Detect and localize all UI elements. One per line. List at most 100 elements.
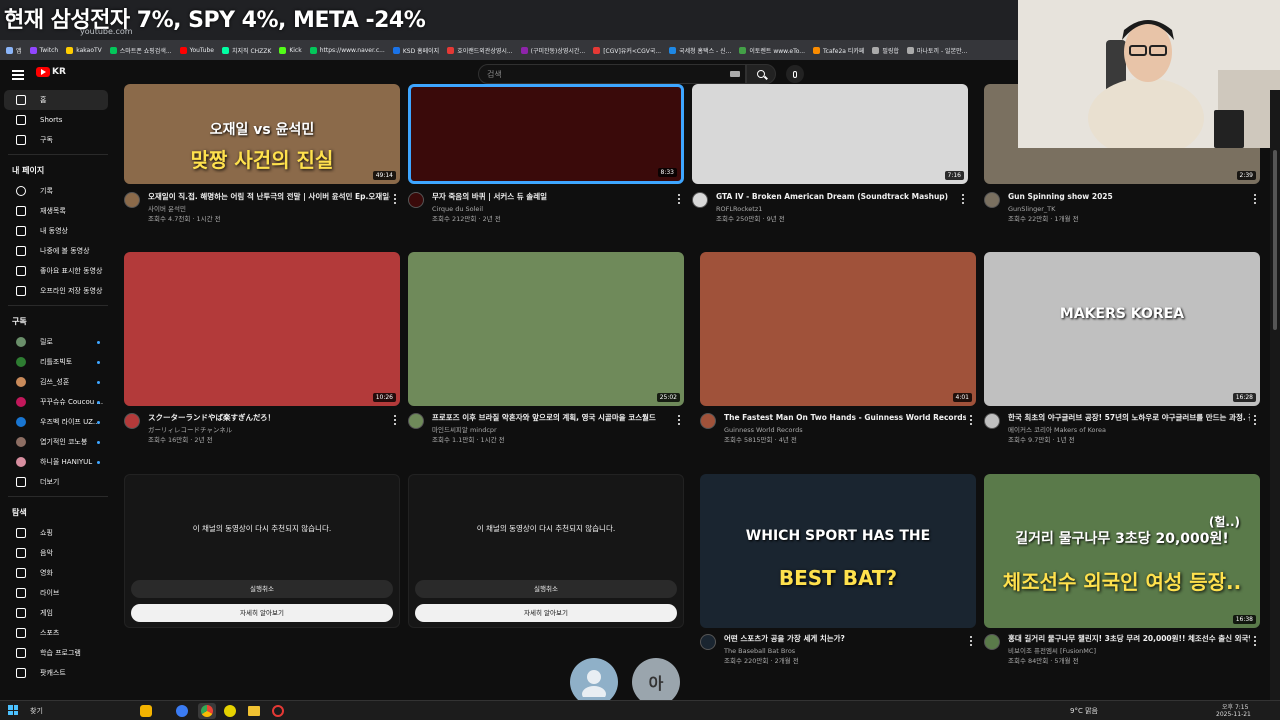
video-title[interactable]: 어떤 스포츠가 공을 가장 세게 치는가?	[724, 634, 966, 644]
sidebar-item[interactable]: 음악	[4, 543, 108, 563]
sidebar-item[interactable]: 나중에 볼 동영상	[4, 241, 108, 261]
channel-name[interactable]: Guinness World Records	[724, 425, 803, 435]
bookmark-item[interactable]: https://www.naver.c...	[309, 46, 385, 54]
sidebar-subscription[interactable]: 엽기적인 코노봉	[4, 432, 108, 452]
bookmark-item[interactable]: kakaoTV	[66, 46, 102, 54]
video-title[interactable]: 프로포즈 이후 브라질 약혼자와 앞으로의 계획, 영국 시골마을 코스월드	[432, 413, 674, 423]
menu-icon[interactable]	[12, 70, 24, 80]
bookmark-item[interactable]: KSD 홈페이지	[392, 46, 439, 55]
more-actions-icon[interactable]	[970, 415, 973, 425]
video-thumbnail[interactable]: 4:01	[700, 252, 976, 406]
video-thumbnail[interactable]: 25:02	[408, 252, 684, 406]
video-title[interactable]: 오재일이 직.접. 해명하는 어림 적 난투극의 전말 | 사이버 윤석민 Ep…	[148, 192, 390, 202]
sidebar-item[interactable]: 학습 프로그램	[4, 643, 108, 663]
more-actions-icon[interactable]	[1254, 194, 1257, 204]
video-thumbnail[interactable]: 7:16	[692, 84, 968, 184]
sidebar-subscription[interactable]: 리틀조빅토	[4, 352, 108, 372]
channel-name[interactable]: ガーリィレコードチャンネル	[148, 425, 232, 435]
sidebar-section-you[interactable]: 내 페이지	[0, 159, 116, 181]
windows-start-icon[interactable]	[8, 705, 18, 715]
sidebar-item[interactable]: 팟캐스트	[4, 663, 108, 683]
sidebar-item[interactable]: 내 동영상	[4, 221, 108, 241]
sidebar-item[interactable]: Shorts	[4, 110, 108, 130]
more-actions-icon[interactable]	[678, 194, 681, 204]
clock-date[interactable]: 2025-11-21	[1216, 711, 1251, 718]
bookmark-item[interactable]: 호이랜드외관상영시...	[447, 46, 513, 55]
bookmark-item[interactable]: 치지직 CHZZK	[221, 46, 271, 55]
channel-avatar[interactable]	[700, 634, 716, 650]
sidebar-item[interactable]: 영화	[4, 563, 108, 583]
video-title[interactable]: GTA IV - Broken American Dream (Soundtra…	[716, 192, 958, 202]
sidebar-item[interactable]: 구독	[4, 130, 108, 150]
bookmark-item[interactable]: (구미잔동)상영시간...	[520, 46, 585, 55]
sidebar-item[interactable]: 오프라인 저장 동영상	[4, 281, 108, 301]
sidebar-subscription[interactable]: 김쓰_성훈	[4, 372, 108, 392]
scrollbar-thumb[interactable]	[1273, 150, 1277, 330]
voice-search-button[interactable]	[786, 65, 804, 83]
bookmark-item[interactable]: 국세청 홈택스 - 신...	[669, 46, 731, 55]
video-thumbnail[interactable]: 오재일 vs 윤석민 맞짱 사건의 진실 49:14	[124, 84, 400, 184]
video-thumbnail[interactable]: WHICH SPORT HAS THE BEST BAT?	[700, 474, 976, 628]
channel-name[interactable]: GunSlinger_TK	[1008, 204, 1055, 214]
channel-avatar[interactable]	[408, 413, 424, 429]
sidebar-item[interactable]: 더보기	[4, 472, 108, 492]
more-actions-icon[interactable]	[970, 636, 973, 646]
video-title[interactable]: The Fastest Man On Two Hands - Guinness …	[724, 413, 966, 423]
search-button[interactable]	[746, 64, 776, 84]
sidebar-item[interactable]: 좋아요 표시한 동영상	[4, 261, 108, 281]
channel-name[interactable]: 사이버 윤석민	[148, 204, 186, 214]
video-thumbnail[interactable]: 길거리 물구나무 3초당 20,000원! 체조선수 외국인 여성 등장.. (헐.…	[984, 474, 1260, 628]
scrollbar[interactable]	[1270, 90, 1280, 700]
search-input[interactable]: 검색	[478, 64, 746, 84]
bookmark-item[interactable]: 이토렌트 www.eTo...	[739, 46, 805, 55]
undo-button[interactable]: 실행취소	[415, 580, 677, 598]
recorder-icon[interactable]	[272, 705, 284, 717]
sidebar-item[interactable]: 재생목록	[4, 201, 108, 221]
user-initial-bubble[interactable]: 아	[632, 658, 680, 706]
bookmark-item[interactable]: Twitch	[29, 46, 58, 54]
undo-button[interactable]: 실행취소	[131, 580, 393, 598]
channel-avatar[interactable]	[984, 413, 1000, 429]
sidebar-subscription[interactable]: 꾸꾸슈슈 Coucou ...	[4, 392, 108, 412]
channel-name[interactable]: 메이커스 코리아 Makers of Korea	[1008, 425, 1106, 435]
video-title[interactable]: 홍대 길거리 물구나무 챌린지! 3초당 무려 20,000원!! 체조선수 출…	[1008, 634, 1250, 644]
more-actions-icon[interactable]	[1254, 636, 1257, 646]
file-explorer-icon[interactable]	[248, 706, 260, 716]
app-icon[interactable]	[224, 705, 236, 717]
sidebar-item[interactable]: 기록	[4, 181, 108, 201]
taskbar-search[interactable]: 찾기	[30, 706, 43, 716]
video-title[interactable]: 한국 최초의 야구글러브 공장! 57년의 노하우로 야구글러브를 만드는 과정…	[1008, 413, 1250, 423]
bookmark-item[interactable]: YouTube	[179, 46, 214, 54]
clock-time[interactable]: 오후 7:15	[1222, 702, 1248, 711]
video-thumbnail[interactable]: 10:26	[124, 252, 400, 406]
sidebar-subscription[interactable]: 하니울 HANIYUL	[4, 452, 108, 472]
sidebar-item[interactable]: 쇼핑	[4, 523, 108, 543]
bookmark-item[interactable]: Tcafe2a 티카페	[813, 46, 864, 55]
channel-avatar[interactable]	[692, 192, 708, 208]
bookmark-item[interactable]: 앱	[6, 46, 22, 55]
bookmark-item[interactable]: 필링합	[872, 46, 899, 55]
bookmark-item[interactable]: 마나토끼 - 일본만...	[906, 46, 967, 55]
channel-name[interactable]: 비보이조 퓨전엠씨 [FusionMC]	[1008, 646, 1096, 656]
channel-name[interactable]: The Baseball Bat Bros	[724, 646, 795, 656]
channel-avatar[interactable]	[984, 192, 1000, 208]
sidebar-section-subscriptions[interactable]: 구독	[0, 310, 116, 332]
more-actions-icon[interactable]	[1254, 415, 1257, 425]
channel-avatar[interactable]	[984, 634, 1000, 650]
more-actions-icon[interactable]	[394, 194, 397, 204]
edge-icon[interactable]	[176, 705, 188, 717]
more-actions-icon[interactable]	[962, 194, 965, 204]
channel-avatar[interactable]	[124, 192, 140, 208]
video-title[interactable]: Gun Spinning show 2025	[1008, 192, 1250, 202]
channel-avatar[interactable]	[124, 413, 140, 429]
video-title[interactable]: 무자 죽음의 바퀴 | 서커스 듀 솔레일	[432, 192, 674, 202]
keyboard-icon[interactable]	[730, 71, 740, 77]
video-title[interactable]: スクーターランドやば楽すぎんだろ！	[148, 413, 390, 423]
more-actions-icon[interactable]	[394, 415, 397, 425]
more-actions-icon[interactable]	[678, 415, 681, 425]
address-bar[interactable]: youtube.com	[80, 27, 133, 36]
sidebar-item[interactable]: 홈	[4, 90, 108, 110]
sidebar-item[interactable]: 라이브	[4, 583, 108, 603]
weather-text[interactable]: 9°C 맑음	[1070, 706, 1098, 716]
chrome-icon[interactable]	[201, 705, 213, 717]
